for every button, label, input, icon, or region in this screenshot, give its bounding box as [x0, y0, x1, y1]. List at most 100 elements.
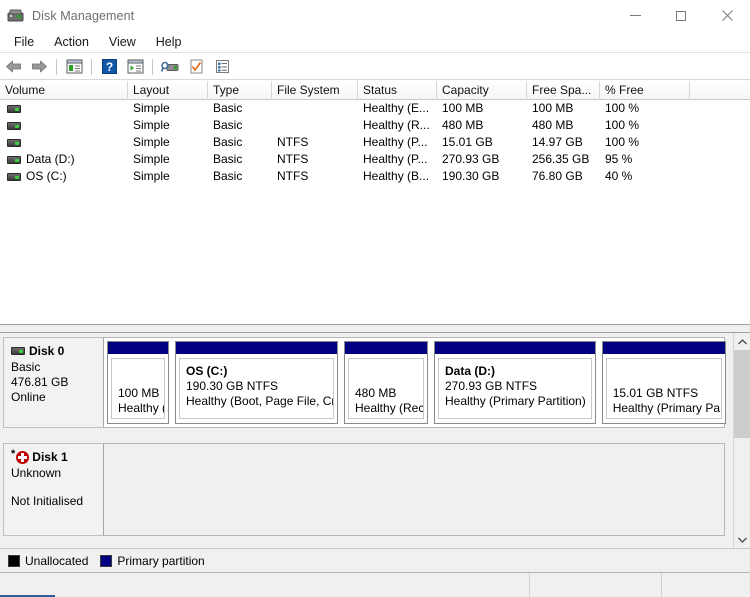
disk-0-partitions: 100 MB Healthy ( OS (C:) 190.30 GB NTFS …: [104, 337, 726, 428]
help-icon[interactable]: ?: [98, 56, 120, 78]
menu-action[interactable]: Action: [44, 33, 99, 51]
cell-percent-free: 100 %: [605, 101, 640, 115]
legend-unallocated-swatch: [8, 554, 20, 567]
partition-extra-body: 15.01 GB NTFS Healthy (Primary Partit: [605, 358, 722, 419]
toolbar-separator: [152, 58, 153, 75]
volume-icon: [7, 121, 21, 130]
volume-icon: [7, 104, 21, 113]
column-header-type[interactable]: Type: [208, 81, 272, 100]
disk-management-icon: [7, 8, 25, 24]
cell-capacity: 480 MB: [442, 118, 484, 132]
disk-0-info[interactable]: Disk 0 Basic 476.81 GB Online: [3, 337, 104, 428]
cell-file-system: [272, 100, 358, 117]
properties-icon[interactable]: [185, 56, 207, 78]
disk-row-1: * Disk 1 Unknown Not Initialised: [3, 443, 725, 536]
disk-1-info[interactable]: * Disk 1 Unknown Not Initialised: [3, 443, 104, 536]
cell-status: Healthy (P...: [363, 152, 428, 166]
pane-splitter[interactable]: [0, 324, 750, 333]
disk-0-title-row: Disk 0: [11, 344, 98, 358]
table-row[interactable]: Data (D:) Simple Basic NTFS Healthy (P..…: [0, 151, 750, 168]
partition-os-c-title: OS (C:): [186, 364, 228, 378]
legend: Unallocated Primary partition: [0, 548, 750, 572]
cell-percent-free: 40 %: [605, 169, 633, 183]
window-controls: [612, 0, 750, 31]
cell-volume: [0, 117, 128, 134]
status-panel-1: [0, 573, 530, 597]
disk-1-type: Unknown: [11, 466, 62, 480]
cell-volume-label: OS (C:): [26, 169, 67, 183]
cell-volume: OS (C:): [0, 168, 128, 185]
menu-view[interactable]: View: [99, 33, 146, 51]
column-header-file-system[interactable]: File System: [272, 81, 358, 100]
legend-primary-partition-label: Primary partition: [117, 553, 205, 568]
menu-file[interactable]: File: [4, 33, 44, 51]
table-row[interactable]: Simple Basic Healthy (E... 100 MB 100 MB…: [0, 100, 750, 117]
partition-os-c[interactable]: OS (C:) 190.30 GB NTFS Healthy (Boot, Pa…: [175, 341, 338, 424]
cell-file-system: NTFS: [277, 169, 309, 183]
partition-efi-size: 100 MB: [118, 386, 160, 400]
minimize-button[interactable]: [612, 0, 658, 31]
disk-0-size: 476.81 GB: [11, 375, 69, 389]
cell-file-system: NTFS: [277, 135, 309, 149]
partition-os-c-body: OS (C:) 190.30 GB NTFS Healthy (Boot, Pa…: [179, 358, 334, 419]
cell-capacity: 100 MB: [442, 101, 484, 115]
table-row[interactable]: Simple Basic NTFS Healthy (P... 15.01 GB…: [0, 134, 750, 151]
cell-volume: Data (D:): [0, 151, 128, 168]
disk-1-title-row: * Disk 1: [11, 448, 98, 465]
rescan-disks-icon[interactable]: [159, 56, 181, 78]
cell-free-space: 14.97 GB: [532, 135, 583, 149]
partition-data-d[interactable]: Data (D:) 270.93 GB NTFS Healthy (Primar…: [434, 341, 596, 424]
forward-icon[interactable]: [28, 56, 50, 78]
partition-recovery-status: Healthy (Rec·: [355, 401, 424, 415]
partition-os-c-status: Healthy (Boot, Page File, Cra:: [186, 394, 334, 408]
partition-extra-status: Healthy (Primary Partit: [612, 401, 722, 415]
close-button[interactable]: [704, 0, 750, 31]
cell-free-space: 480 MB: [532, 118, 574, 132]
toolbar: ?: [0, 54, 750, 80]
partition-efi[interactable]: 100 MB Healthy (: [107, 341, 169, 424]
volume-icon: [7, 172, 21, 181]
column-header-layout[interactable]: Layout: [128, 81, 208, 100]
partition-recovery-size: 480 MB: [355, 386, 397, 400]
column-header-status[interactable]: Status: [358, 81, 437, 100]
column-header-volume[interactable]: Volume: [0, 81, 128, 100]
volume-icon: [7, 138, 21, 147]
partition-extra-bar: [602, 342, 725, 354]
cell-volume: [0, 100, 128, 117]
cell-layout: Simple: [133, 169, 170, 183]
toolbar-separator: [91, 58, 92, 75]
title-bar: Disk Management: [0, 0, 750, 31]
table-row[interactable]: OS (C:) Simple Basic NTFS Healthy (B... …: [0, 168, 750, 185]
partition-recovery-body: 480 MB Healthy (Rec·: [348, 358, 424, 419]
disk-1-unallocated-area[interactable]: [104, 443, 725, 536]
legend-primary-partition-swatch: [100, 554, 113, 567]
show-hide-console-tree-icon[interactable]: [63, 56, 85, 78]
scroll-down-icon[interactable]: [734, 531, 750, 548]
partition-recovery[interactable]: 480 MB Healthy (Rec·: [344, 341, 428, 424]
partition-recovery-bar: [345, 342, 427, 354]
back-icon[interactable]: [2, 56, 24, 78]
asterisk-marker: *: [11, 448, 16, 460]
volume-icon: [7, 155, 21, 164]
column-header-percent-free[interactable]: % Free: [600, 81, 690, 100]
svg-text:?: ?: [105, 60, 112, 74]
cell-free-space: 256.35 GB: [532, 152, 590, 166]
table-row[interactable]: Simple Basic Healthy (R... 480 MB 480 MB…: [0, 117, 750, 134]
disk-0-title: Disk 0: [29, 344, 65, 358]
partition-extra[interactable]: 15.01 GB NTFS Healthy (Primary Partit: [601, 341, 726, 424]
list-view-icon[interactable]: [211, 56, 233, 78]
disk-management-window: Disk Management File Action View Help ? …: [0, 0, 750, 597]
column-header-free-space[interactable]: Free Spa...: [527, 81, 600, 100]
maximize-button[interactable]: [658, 0, 704, 31]
status-panel-2: [530, 573, 662, 597]
partition-efi-bar: [108, 342, 168, 354]
scroll-up-icon[interactable]: [734, 333, 750, 350]
show-hide-action-pane-icon[interactable]: [124, 56, 146, 78]
cell-type: Basic: [213, 135, 243, 149]
graphic-view-scrollbar[interactable]: [733, 333, 750, 548]
cell-type: Basic: [213, 169, 243, 183]
volume-list: Volume Layout Type File System Status Ca…: [0, 81, 750, 324]
menu-help[interactable]: Help: [146, 33, 192, 51]
column-header-capacity[interactable]: Capacity: [437, 81, 527, 100]
scrollbar-thumb[interactable]: [734, 350, 750, 438]
